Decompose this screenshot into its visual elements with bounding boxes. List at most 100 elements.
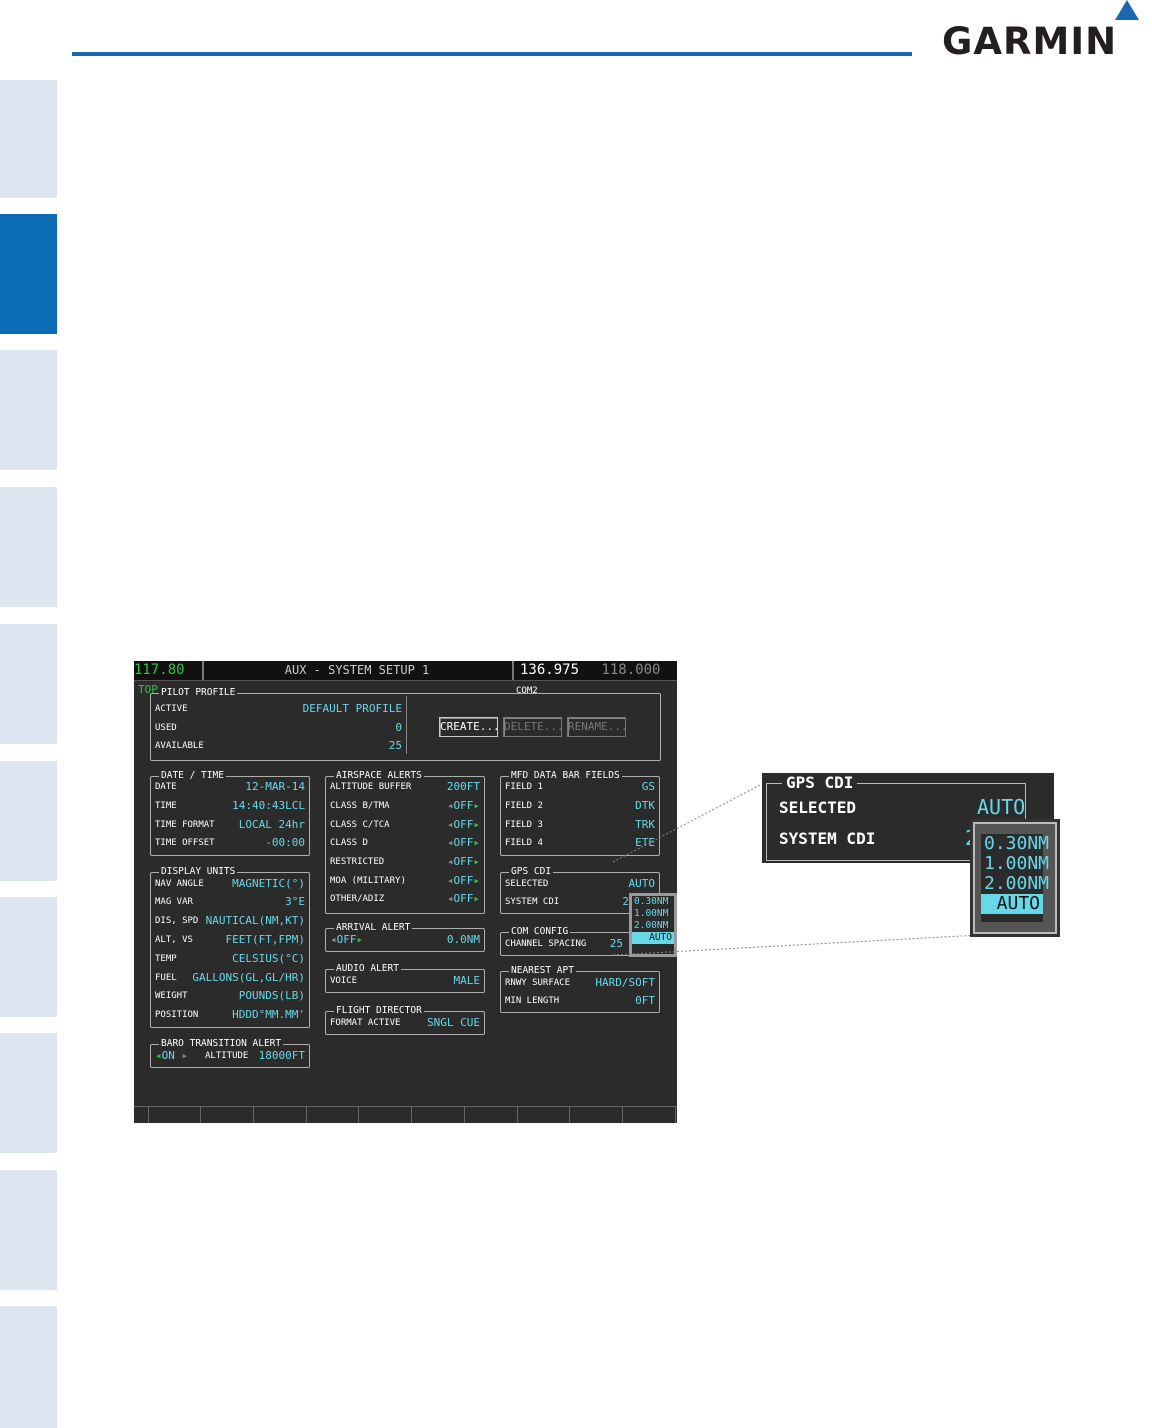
row-value[interactable]: NAUTICAL(NM,KT) [206,913,305,929]
row-value[interactable]: GS [642,779,655,795]
rename-profile-button[interactable]: RENAME... [567,717,628,737]
row-value[interactable]: SNGL CUE [427,1015,480,1031]
row-label: CHANNEL SPACING [505,939,587,949]
altitude-buffer-row: ALTITUDE BUFFER 200FT [330,779,480,795]
field-2-row: FIELD 2 DTK [505,798,655,814]
row-label: USED [155,723,177,733]
row-value[interactable]: ◂OFF▸ [447,891,480,907]
softkey-10[interactable] [622,1107,676,1123]
row-value: 0 [395,721,402,734]
section-tab-8[interactable] [0,1033,57,1153]
row-value[interactable]: DTK [635,798,655,814]
softkey-1[interactable] [148,1107,201,1123]
arrival-row: ◂OFF▸ 0.0NM [330,932,480,948]
row-value[interactable]: ◂OFF▸ [447,854,480,870]
section-tab-4[interactable] [0,487,57,607]
row-value[interactable]: HDDD°MM.MM' [232,1007,305,1023]
softkey-4[interactable] [306,1107,359,1123]
profile-used-row: USED 0 [155,720,402,736]
weight-row: WEIGHT POUNDS(LB) [155,988,305,1004]
cdi-option-selected[interactable]: AUTO [632,932,674,944]
flight-director-panel: FLIGHT DIRECTOR FORMAT ACTIVE SNGL CUE [325,1004,485,1035]
section-tab-2-active[interactable] [0,214,57,334]
softkey-8[interactable] [517,1107,570,1123]
row-value[interactable]: ◂OFF▸ [447,798,480,814]
softkey-11[interactable] [675,1107,677,1123]
row-label: RESTRICTED [330,857,385,867]
garmin-logo: GARMIN [942,0,1142,64]
section-tab-3[interactable] [0,350,57,470]
row-value[interactable]: ◂OFF▸ [447,817,480,833]
row-value[interactable]: AUTO [629,876,656,892]
softkey-2[interactable] [200,1107,254,1123]
zoom-option: 1.00NM [984,853,1050,874]
cdi-option[interactable]: 2.00NM [632,920,674,932]
time-offset-row: TIME OFFSET -00:00 [155,835,305,851]
cdi-option[interactable]: 0.30NM [632,896,674,908]
row-label: FIELD 3 [505,820,543,830]
section-tab-5[interactable] [0,624,57,744]
softkey-3[interactable] [253,1107,307,1123]
row-value[interactable]: TRK [635,817,655,833]
row-value[interactable]: HARD/SOFT [595,975,655,991]
row-value[interactable]: MALE [454,973,481,989]
time-row: TIME 14:40:43LCL [155,798,305,814]
row-value[interactable]: ◂OFF▸ [447,873,480,889]
row-label: TIME [155,801,177,811]
softkey-6[interactable] [411,1107,465,1123]
row-label: TEMP [155,954,177,964]
row-value[interactable]: -00:00 [265,835,305,851]
row-value[interactable]: 0FT [635,993,655,1009]
fuel-row: FUEL GALLONS(GL,GL/HR) [155,970,305,986]
left-arrow-icon: ◂ [155,1049,162,1062]
cdi-options-popup[interactable]: 0.30NM 1.00NM 2.00NM AUTO [629,893,677,957]
row-value[interactable]: CELSIUS(°C) [232,951,305,967]
row-value[interactable]: 12-MAR-14 [245,779,305,795]
logo-triangle-icon [1115,0,1139,20]
row-value[interactable]: LOCAL 24hr [239,817,305,833]
section-tab-7[interactable] [0,897,57,1017]
dis-spd-row: DIS, SPD NAUTICAL(NM,KT) [155,913,305,929]
row-value[interactable]: MAGNETIC(°) [232,876,305,892]
softkey-9[interactable] [569,1107,623,1123]
baro-transition-panel: BARO TRANSITION ALERT ◂ON ▸ ALTITUDE 180… [150,1037,310,1068]
section-tab-6[interactable] [0,761,57,881]
row-value[interactable]: 14:40:43LCL [232,798,305,814]
panel-title: PILOT PROFILE [159,686,238,700]
row-value[interactable]: ETE [635,835,655,851]
row-label: CLASS D [330,838,368,848]
section-tab-1[interactable] [0,80,57,198]
baro-state[interactable]: ◂ON ▸ [155,1048,188,1064]
mfd-screen: 117.80 TOP AUX - SYSTEM SETUP 1 136.975 … [134,661,677,1123]
cdi-option[interactable]: 1.00NM [632,908,674,920]
row-value[interactable]: FEET(FT,FPM) [226,932,305,948]
row-label: SELECTED [505,879,549,889]
divider [406,696,407,754]
section-tab-9[interactable] [0,1170,57,1290]
softkey-5[interactable] [358,1107,412,1123]
row-value[interactable]: 3°E [285,894,305,910]
row-label: FORMAT ACTIVE [330,1018,401,1028]
create-profile-button[interactable]: CREATE... [439,717,500,737]
class-b-row: CLASS B/TMA ◂OFF▸ [330,798,480,814]
section-tab-10[interactable] [0,1306,57,1428]
row-label: FIELD 4 [505,838,543,848]
row-label: TIME OFFSET [155,838,215,848]
row-value[interactable]: 2 [622,894,629,910]
zoom-options-popup: 0.30NM 1.00NM 2.00NM AUTO [973,822,1057,934]
row-value[interactable]: ◂OFF▸ [447,835,480,851]
com-active-frequency: 136.975 [520,662,580,678]
row-label: AVAILABLE [155,741,204,751]
row-value[interactable]: POUNDS(LB) [239,988,305,1004]
row-label: ACTIVE [155,704,188,714]
row-value[interactable]: DEFAULT PROFILE [303,701,402,717]
baro-altitude-value[interactable]: 18000FT [259,1048,305,1064]
profile-active-row: ACTIVE DEFAULT PROFILE [155,701,402,717]
row-value[interactable]: 25 [610,936,623,952]
row-value[interactable]: 200FT [447,779,480,795]
arrival-state[interactable]: ◂OFF▸ [330,932,363,948]
softkey-7[interactable] [464,1107,518,1123]
row-value[interactable]: GALLONS(GL,GL/HR) [192,970,305,986]
delete-profile-button[interactable]: DELETE... [503,717,564,737]
arrival-distance[interactable]: 0.0NM [447,932,480,948]
